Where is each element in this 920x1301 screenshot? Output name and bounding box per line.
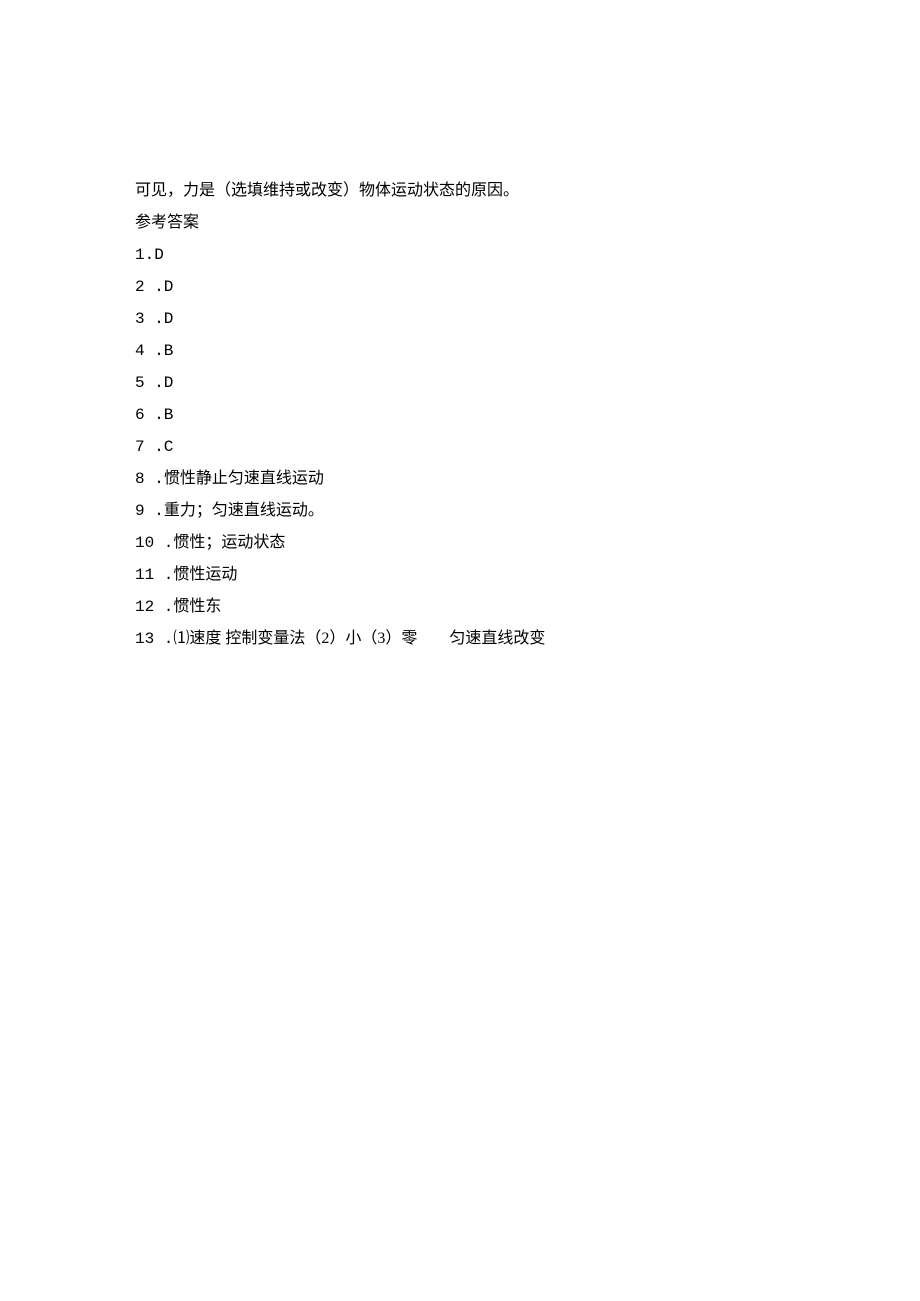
answer-row: 2 .D [135,271,800,303]
answer-text: 惯性东 [173,598,221,615]
answer-row: 8 .惯性静止匀速直线运动 [135,463,800,495]
answer-label: 8 . [135,470,164,488]
answer-label: 9 . [135,502,164,520]
answer-row: 6 .B [135,399,800,431]
answer-label: 13 . [135,630,173,648]
answer-label: 11 . [135,566,173,584]
answer-label: 3 .D [135,310,173,328]
answer-label: 2 .D [135,278,173,296]
answer-row: 9 .重力；匀速直线运动。 [135,495,800,527]
answers-header: 参考答案 [135,207,800,239]
answer-label: 7 .C [135,438,173,456]
page-container: 可见，力是（选填维持或改变）物体运动状态的原因。 参考答案 1.D 2 .D 3… [0,0,920,1301]
answer-label: 4 .B [135,342,173,360]
answer-row: 5 .D [135,367,800,399]
answer-row: 11 .惯性运动 [135,559,800,591]
answer-label: 6 .B [135,406,173,424]
answer-text: 惯性；运动状态 [173,534,285,551]
answer-label: 12 . [135,598,173,616]
intro-line: 可见，力是（选填维持或改变）物体运动状态的原因。 [135,175,800,207]
answer-row: 1.D [135,239,800,271]
answer-label: 5 .D [135,374,173,392]
answer-text: 惯性静止匀速直线运动 [164,470,324,487]
answer-row: 7 .C [135,431,800,463]
answer-row: 4 .B [135,335,800,367]
answer-row: 3 .D [135,303,800,335]
answer-row: 12 .惯性东 [135,591,800,623]
answer-text: 惯性运动 [173,566,237,583]
answer-row: 10 .惯性；运动状态 [135,527,800,559]
answer-label: 10 . [135,534,173,552]
answer-label: 1.D [135,246,164,264]
answer-text: 重力；匀速直线运动。 [164,502,324,519]
answer-row: 13 .⑴速度 控制变量法（2）小（3）零 匀速直线改变 [135,623,800,655]
answer-text: ⑴速度 控制变量法（2）小（3）零 匀速直线改变 [173,630,545,647]
